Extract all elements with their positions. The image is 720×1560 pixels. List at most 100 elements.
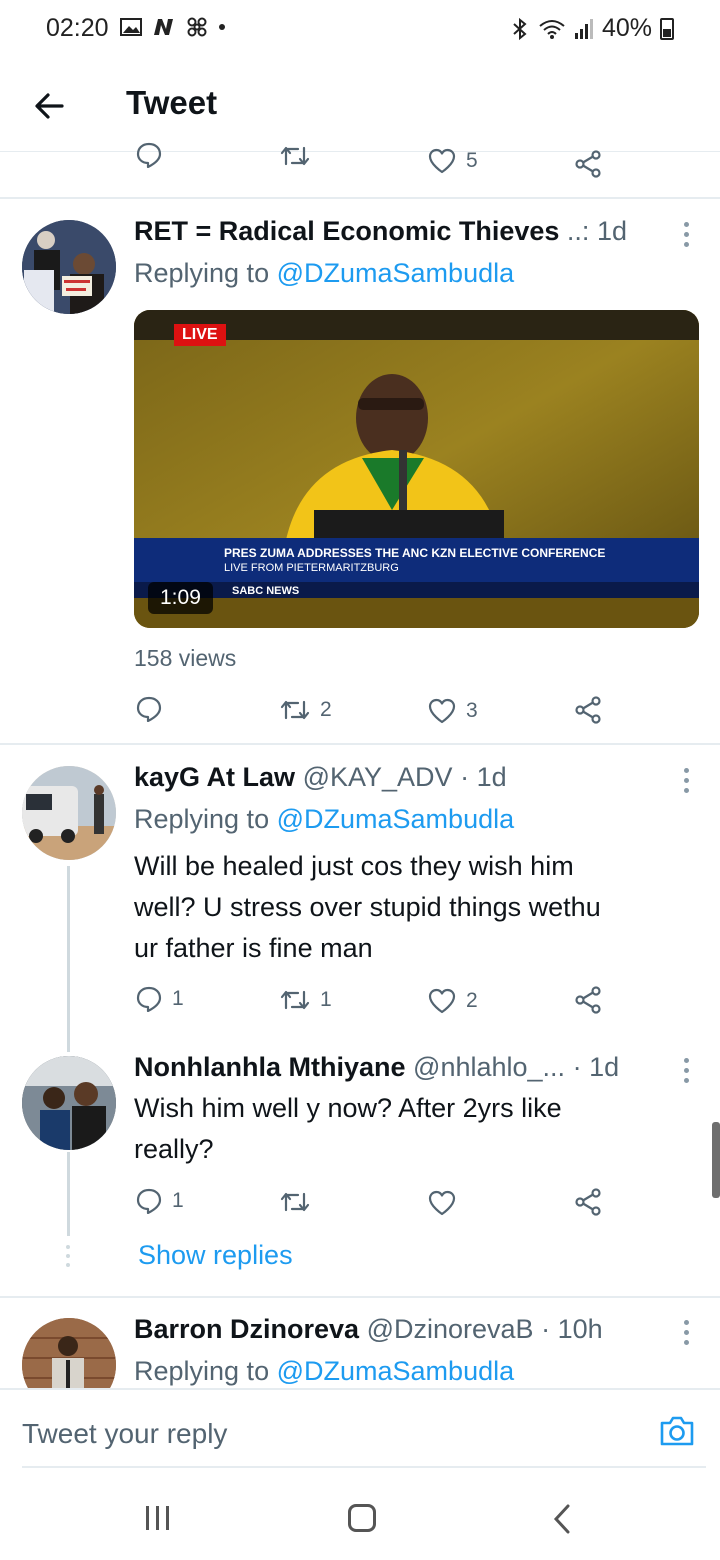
handle: @KAY_ADV <box>302 762 453 792</box>
retweet-button[interactable] <box>280 144 310 168</box>
system-back-button[interactable] <box>552 1504 572 1539</box>
video-player[interactable]: LIVE PRES ZUMA ADDRESSES THE ANC KZN ELE… <box>134 310 699 628</box>
replying-to-handle[interactable]: @DZumaSambudla <box>277 258 515 288</box>
video-thumbnail <box>134 310 699 628</box>
display-name[interactable]: Nonhlanhla Mthiyane <box>134 1052 406 1082</box>
replying-to: Replying to @DZumaSambudla <box>134 1356 515 1386</box>
replying-to: Replying to @DZumaSambudla <box>134 804 515 834</box>
thread-line <box>67 866 70 1052</box>
retweet-button[interactable]: 1 <box>280 988 332 1012</box>
recents-button[interactable] <box>146 1506 169 1530</box>
reply-button[interactable] <box>136 696 162 722</box>
video-duration: 1:09 <box>148 582 213 614</box>
display-name[interactable]: Barron Dzinoreva <box>134 1314 359 1344</box>
show-replies-link[interactable]: Show replies <box>138 1240 293 1271</box>
retweet-count: 1 <box>320 988 332 1011</box>
thread-line <box>67 1152 70 1236</box>
share-icon <box>575 1188 601 1216</box>
tweet-text: Wish him well y now? After 2yrs like rea… <box>134 1093 562 1164</box>
tweet-header: Nonhlanhla Mthiyane @nhlahlo_... · 1d <box>134 1052 620 1082</box>
reply-icon <box>136 1188 162 1214</box>
like-count: 2 <box>466 989 478 1012</box>
n-app-icon <box>154 19 173 35</box>
reply-icon <box>136 986 162 1012</box>
reply-count: 1 <box>172 987 184 1010</box>
avatar[interactable] <box>22 1056 116 1150</box>
like-button[interactable]: 5 <box>428 148 478 174</box>
status-right: 40% <box>510 14 674 43</box>
retweet-button[interactable] <box>280 1190 310 1214</box>
more-options-button[interactable] <box>682 1058 690 1083</box>
tweet-text: Will be healed just cos they wish him we… <box>134 851 601 963</box>
reply-button[interactable] <box>136 142 162 168</box>
camera-button[interactable] <box>658 1414 696 1453</box>
tweet-header: RET = Radical Economic Thieves ..: 1d <box>134 216 627 247</box>
tweet-time: 1d <box>596 216 627 246</box>
avatar-image <box>22 220 116 314</box>
reply-button[interactable]: 1 <box>136 986 184 1012</box>
divider <box>0 1296 720 1298</box>
display-name[interactable]: kayG At Law <box>134 762 295 792</box>
retweet-count: 2 <box>320 698 332 721</box>
arrow-left-icon <box>35 93 64 119</box>
like-count: 3 <box>466 699 478 722</box>
share-button[interactable] <box>574 150 602 178</box>
fan-icon <box>187 17 207 37</box>
tweet-time: 10h <box>557 1314 603 1344</box>
thread-more-dots <box>66 1245 70 1267</box>
system-nav-bar <box>0 1468 720 1560</box>
replying-to-handle[interactable]: @DZumaSambudla <box>277 804 515 834</box>
camera-icon <box>660 1416 694 1446</box>
tweet-header: kayG At Law @KAY_ADV · 1d <box>134 762 507 792</box>
status-bar: 02:20 40% <box>0 0 720 60</box>
video-banner-subtitle: LIVE FROM PIETERMARITZBURG <box>224 562 399 574</box>
view-count: 158 views <box>134 645 237 671</box>
reply-composer[interactable]: Tweet your reply <box>0 1388 720 1468</box>
app-header: Tweet <box>0 60 720 152</box>
avatar[interactable] <box>22 220 116 314</box>
replying-to-handle[interactable]: @DZumaSambudla <box>277 1356 515 1386</box>
like-button[interactable]: 2 <box>428 988 478 1014</box>
reply-icon <box>136 696 162 722</box>
heart-icon <box>428 988 456 1014</box>
bluetooth-icon <box>513 17 527 40</box>
retweet-button[interactable]: 2 <box>280 698 332 722</box>
display-name[interactable]: RET = Radical Economic Thieves <box>134 216 559 246</box>
divider <box>0 743 720 745</box>
back-button[interactable] <box>30 86 70 126</box>
like-count: 5 <box>466 149 478 172</box>
divider <box>0 197 720 199</box>
share-button[interactable] <box>574 696 602 724</box>
retweet-icon <box>280 700 310 720</box>
share-button[interactable] <box>574 1188 602 1216</box>
reply-input[interactable]: Tweet your reply <box>22 1418 227 1450</box>
more-options-button[interactable] <box>682 1320 690 1345</box>
scrollbar[interactable] <box>712 1122 720 1198</box>
share-icon <box>575 696 601 724</box>
avatar-image <box>22 1056 116 1150</box>
dot-icon <box>219 24 225 30</box>
share-icon <box>575 986 601 1014</box>
more-options-button[interactable] <box>682 768 690 793</box>
status-time: 02:20 <box>46 14 109 42</box>
heart-icon <box>428 148 456 174</box>
tweet-header: Barron Dzinoreva @DzinorevaB · 10h <box>134 1314 603 1344</box>
signal-icon <box>574 18 593 39</box>
more-options-button[interactable] <box>682 222 690 247</box>
handle: @nhlahlo_... <box>413 1052 566 1082</box>
heart-icon <box>428 698 456 724</box>
reply-button[interactable]: 1 <box>136 1188 184 1214</box>
avatar-image <box>22 766 116 860</box>
reply-icon <box>136 142 162 168</box>
share-button[interactable] <box>574 986 602 1014</box>
avatar[interactable] <box>22 766 116 860</box>
tweet-time: 1d <box>476 762 507 792</box>
replying-to: Replying to @DZumaSambudla <box>134 258 515 288</box>
handle: ..: <box>566 216 590 246</box>
gallery-icon <box>120 18 142 36</box>
like-button[interactable]: 3 <box>428 698 478 724</box>
retweet-icon <box>280 146 310 166</box>
like-button[interactable] <box>428 1190 456 1216</box>
home-button[interactable] <box>348 1504 376 1532</box>
retweet-icon <box>280 1192 310 1212</box>
